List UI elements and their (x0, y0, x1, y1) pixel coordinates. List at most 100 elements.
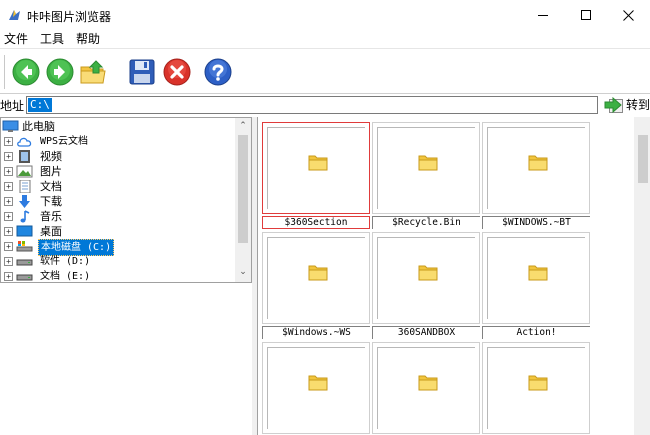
tree-scrollbar-thumb[interactable] (238, 135, 248, 243)
expand-icon[interactable]: + (4, 152, 13, 161)
drive-icon (16, 259, 33, 266)
tree-item-drive-d[interactable]: + 软件 (D:) (1, 254, 236, 269)
expand-icon[interactable]: + (4, 227, 13, 236)
tree-item-desktop[interactable]: + 桌面 (1, 224, 236, 239)
tree-item-wps-cloud[interactable]: + WPS云文档 (1, 134, 236, 149)
tree-item-music[interactable]: + 音乐 (1, 209, 236, 224)
thumbnail-view[interactable]: $360Section $Recycle.Bin $WINDOWS.~BT $W… (257, 117, 650, 435)
maximize-icon (581, 10, 591, 20)
expand-icon[interactable]: + (4, 272, 13, 281)
downloads-folder-icon (19, 195, 30, 208)
folder-icon (528, 375, 548, 391)
menu-file[interactable]: 文件 (0, 30, 34, 48)
goto-button[interactable]: 转到 (604, 96, 650, 113)
folder-icon (308, 375, 328, 391)
thumbnail-label: $Windows.~WS (262, 326, 370, 339)
thumbnail-frame (372, 232, 480, 324)
tree-item-drive-e[interactable]: + 文档 (E:) (1, 269, 236, 282)
delete-icon[interactable] (163, 58, 191, 86)
toolbar (0, 48, 650, 94)
address-label: 地址 (0, 99, 25, 113)
address-input[interactable]: C:\ (26, 96, 623, 114)
thumbnail-item[interactable] (262, 342, 370, 435)
back-icon[interactable] (12, 58, 40, 86)
documents-folder-icon (19, 180, 31, 193)
system-drive-icon (16, 241, 33, 252)
music-folder-icon (20, 210, 30, 223)
tree-item-videos[interactable]: + 视频 (1, 149, 236, 164)
tree-scrollbar[interactable]: ⌃ ⌄ (235, 118, 251, 282)
desktop-folder-icon (16, 225, 33, 237)
title-bar: 咔咔图片浏览器 (0, 0, 650, 30)
forward-icon[interactable] (46, 58, 74, 86)
thumbnail-item[interactable]: $Recycle.Bin (372, 122, 480, 229)
thumbnail-item[interactable]: 360SANDBOX (372, 232, 480, 339)
drive-icon (16, 274, 33, 281)
thumbnail-item[interactable] (482, 342, 590, 435)
cloud-icon (17, 137, 32, 147)
expand-icon[interactable]: + (4, 257, 13, 266)
tree-item-label: 软件 (D:) (40, 256, 91, 267)
expand-icon[interactable]: + (4, 212, 13, 221)
address-value: C:\ (28, 98, 52, 112)
tree-item-label: 文档 (E:) (40, 271, 91, 282)
app-icon (9, 10, 20, 20)
save-icon[interactable] (128, 58, 156, 86)
thumbnail-frame (482, 122, 590, 214)
folder-icon (418, 155, 438, 171)
menu-help[interactable]: 帮助 (70, 30, 106, 48)
minimize-button[interactable] (520, 0, 566, 30)
scroll-up-icon[interactable]: ⌃ (235, 118, 251, 134)
thumbnail-item[interactable]: $Windows.~WS (262, 232, 370, 339)
empty-left-area (0, 283, 252, 435)
up-folder-icon[interactable] (79, 58, 107, 86)
thumbnail-label: $360Section (262, 216, 370, 229)
thumbnail-item[interactable]: Action! (482, 232, 590, 339)
thumbnail-label: 360SANDBOX (372, 326, 480, 339)
thumbnail-scrollbar[interactable] (634, 117, 650, 435)
thumbnail-item[interactable] (372, 342, 480, 435)
tree-item-documents[interactable]: + 文档 (1, 179, 236, 194)
tree-item-this-pc[interactable]: 此电脑 (1, 119, 236, 134)
thumbnail-frame (482, 342, 590, 434)
computer-icon (2, 120, 19, 132)
toolbar-grip (4, 55, 6, 89)
tree-item-pictures[interactable]: + 图片 (1, 164, 236, 179)
tree-item-label: 视频 (40, 150, 62, 163)
thumbnail-frame (262, 232, 370, 324)
expand-icon[interactable]: + (4, 137, 13, 146)
window-title: 咔咔图片浏览器 (27, 10, 112, 24)
thumbnail-item[interactable]: $WINDOWS.~BT (482, 122, 590, 229)
expand-icon[interactable]: + (4, 167, 13, 176)
tree-item-label: 文档 (40, 180, 62, 193)
expand-icon[interactable]: + (4, 242, 13, 251)
thumbnail-frame (262, 342, 370, 434)
tree-item-downloads[interactable]: + 下载 (1, 194, 236, 209)
goto-label: 转到 (626, 98, 650, 112)
menu-bar: 文件 工具 帮助 (0, 30, 650, 48)
folder-icon (528, 265, 548, 281)
folder-icon (308, 155, 328, 171)
folder-tree[interactable]: 此电脑 + WPS云文档 + 视频 + 图片 + 文档 + 下载 + 音乐 + … (0, 117, 252, 283)
expand-icon[interactable]: + (4, 182, 13, 191)
menu-tools[interactable]: 工具 (34, 30, 70, 48)
maximize-button[interactable] (563, 0, 609, 30)
expand-icon[interactable]: + (4, 197, 13, 206)
help-icon[interactable] (204, 58, 232, 86)
pictures-folder-icon (16, 165, 33, 178)
close-button[interactable] (605, 0, 650, 30)
thumbnail-frame (482, 232, 590, 324)
folder-icon (418, 265, 438, 281)
folder-icon (308, 265, 328, 281)
thumbnail-scrollbar-thumb[interactable] (638, 135, 648, 183)
scroll-down-icon[interactable]: ⌄ (235, 264, 251, 280)
thumbnail-label: $WINDOWS.~BT (482, 216, 590, 229)
thumbnail-frame (372, 342, 480, 434)
folder-icon (528, 155, 548, 171)
thumbnail-item[interactable]: $360Section (262, 122, 370, 229)
tree-item-label: 音乐 (40, 210, 62, 223)
tree-item-label: 图片 (40, 165, 62, 178)
tree-item-drive-c[interactable]: + 本地磁盘 (C:) (1, 239, 236, 256)
thumbnail-label: $Recycle.Bin (372, 216, 480, 229)
tree-item-label: 桌面 (40, 225, 62, 238)
